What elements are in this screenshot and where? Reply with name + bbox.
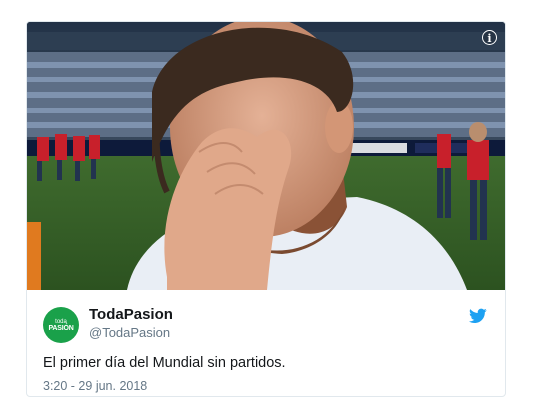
tweet-card[interactable]: i toda PASIÓN TodaPasion @TodaPasion El … (26, 21, 506, 397)
display-name[interactable]: TodaPasion (89, 306, 173, 323)
player-photo (27, 22, 505, 290)
avatar-text-bottom: PASIÓN (48, 324, 74, 332)
tweet-timestamp[interactable]: 3:20 - 29 jun. 2018 (43, 379, 147, 393)
user-handle[interactable]: @TodaPasion (89, 325, 170, 340)
tweet-text: El primer día del Mundial sin partidos. (43, 355, 286, 371)
avatar[interactable]: toda PASIÓN (43, 307, 79, 343)
info-icon[interactable]: i (482, 30, 497, 45)
tweet-media-image[interactable]: i (27, 22, 505, 290)
twitter-bird-icon[interactable] (469, 308, 487, 324)
